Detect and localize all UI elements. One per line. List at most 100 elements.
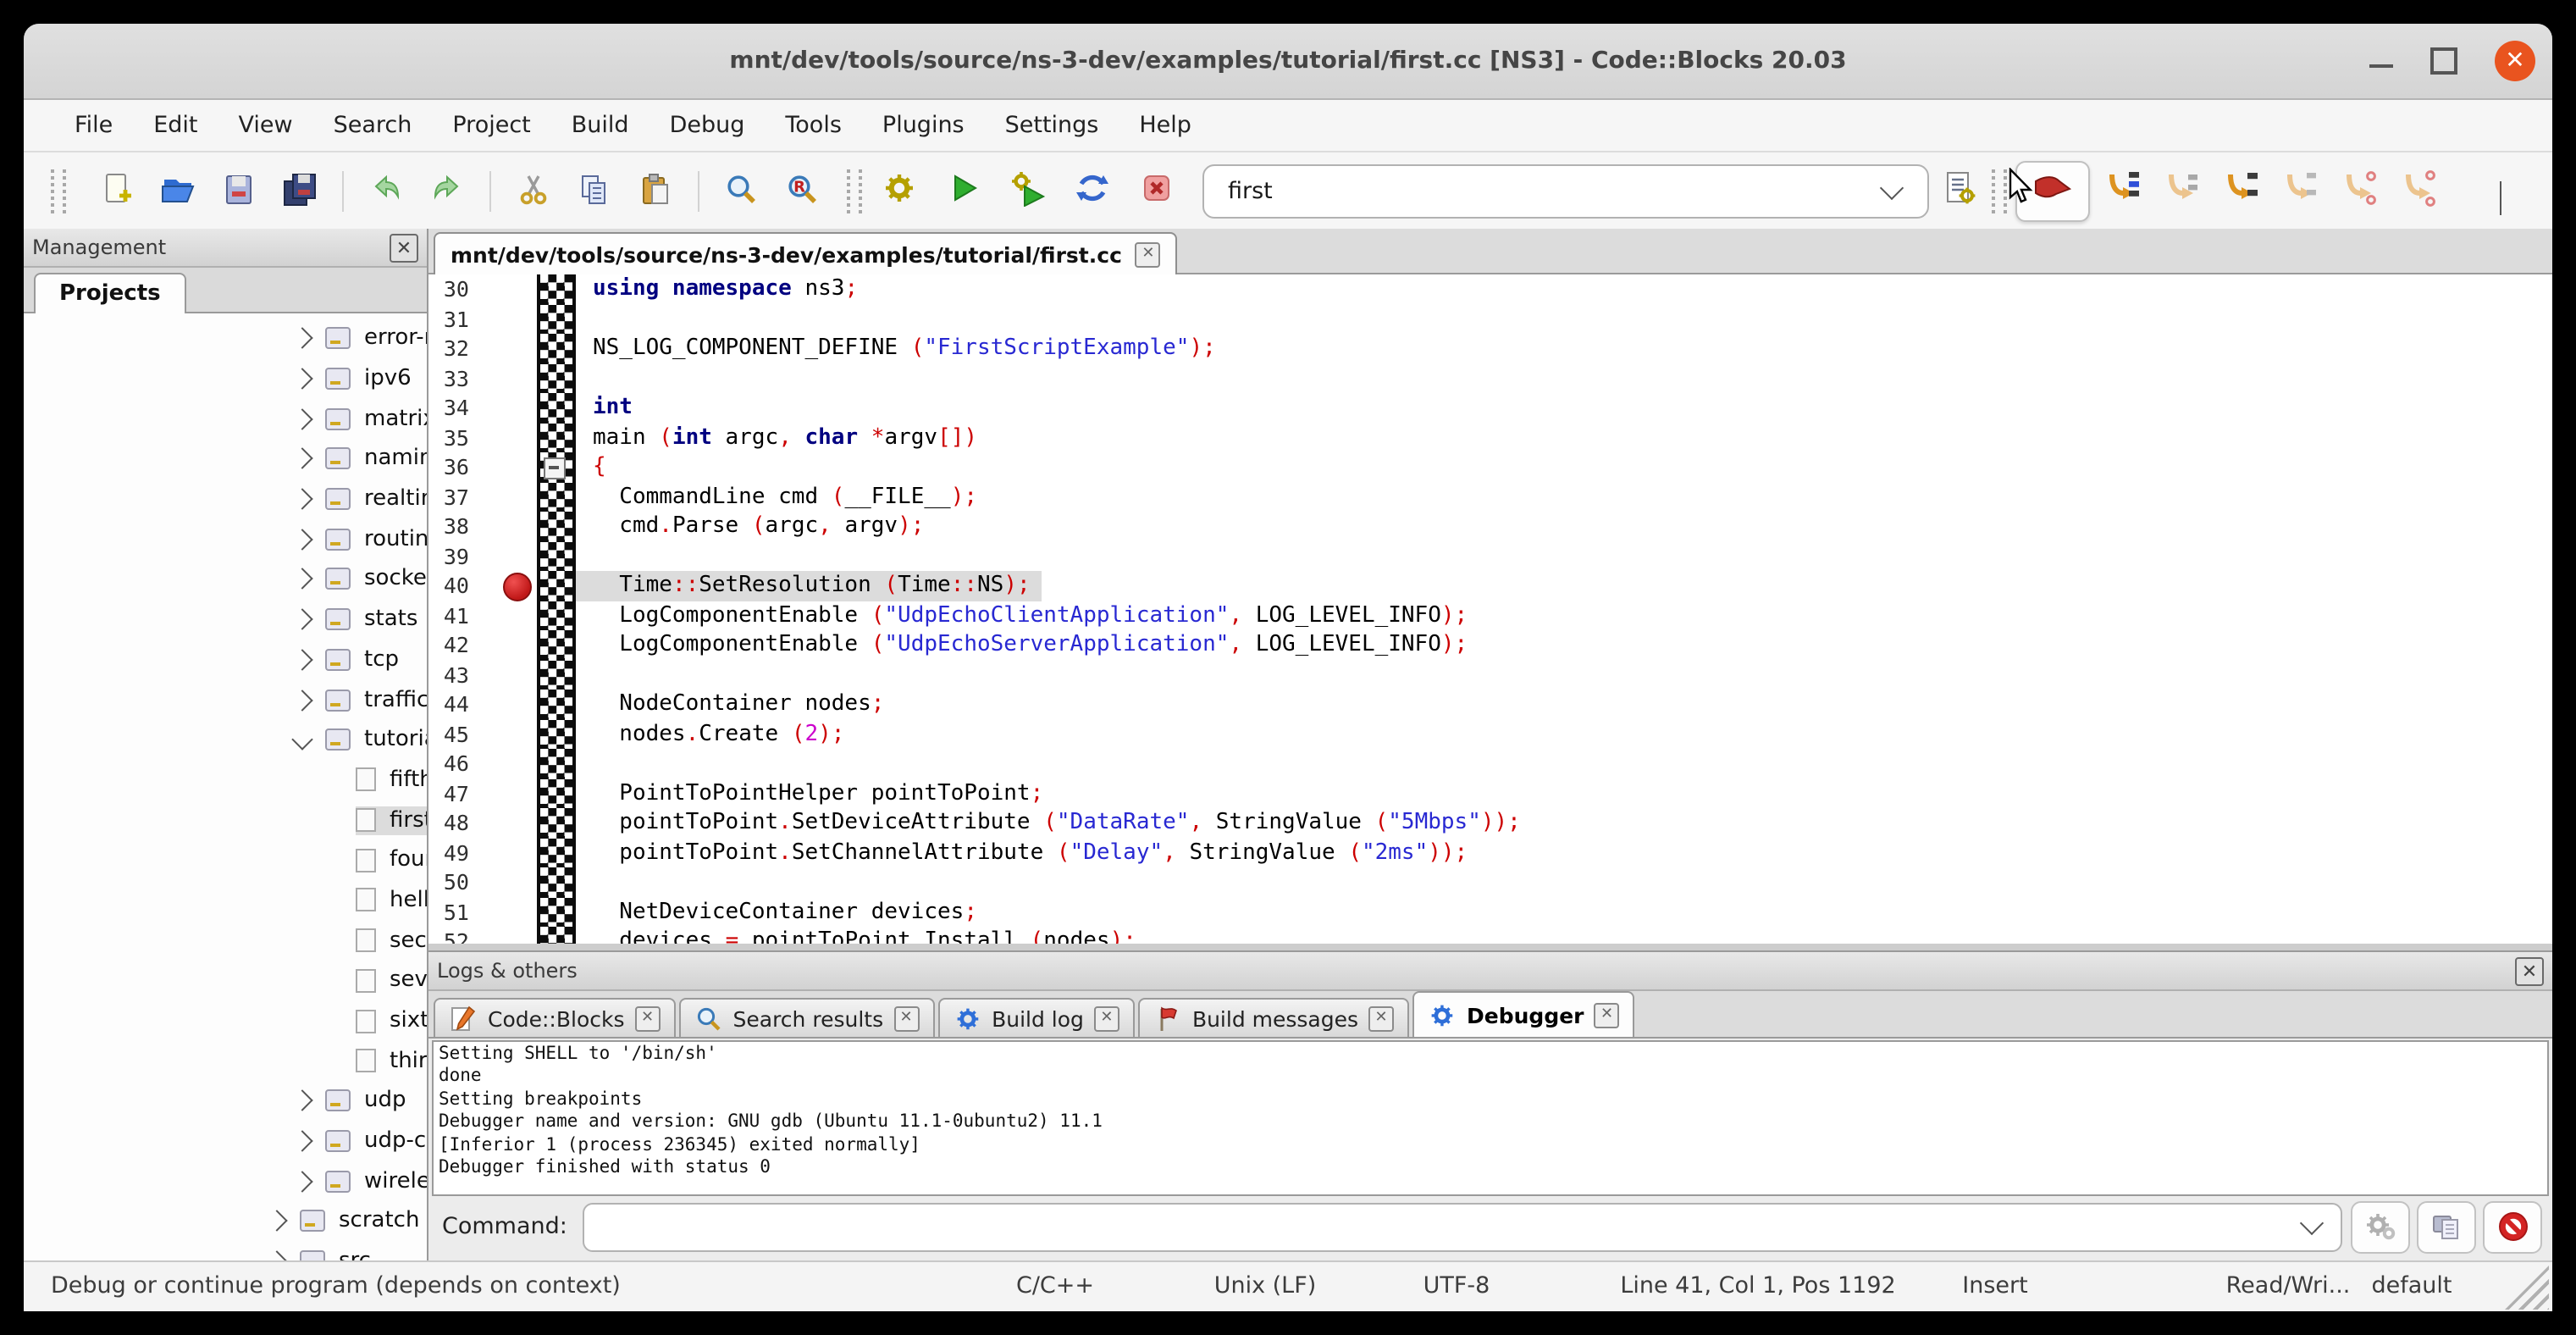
tree-item-matrix-topology[interactable]: matrix-topology: [24, 399, 427, 439]
close-tab-icon[interactable]: ✕: [635, 1005, 661, 1031]
logs-tab-debugger[interactable]: Debugger✕: [1412, 991, 1635, 1037]
debug-tools-button[interactable]: [2351, 1200, 2410, 1253]
breakpoint-margin[interactable]: [469, 304, 537, 334]
save-file-button[interactable]: [220, 174, 257, 211]
menu-view[interactable]: View: [218, 100, 313, 151]
chevron-right-icon[interactable]: [291, 529, 312, 550]
chevron-right-icon[interactable]: [291, 488, 312, 509]
breakpoint-margin[interactable]: [469, 690, 537, 719]
breakpoint-margin[interactable]: [469, 482, 537, 512]
tree-item-hello-simulator-cc[interactable]: hello-simulator.cc: [24, 880, 427, 920]
tree-item-socket[interactable]: socket: [24, 559, 427, 599]
copy-button[interactable]: [576, 174, 613, 211]
chevron-right-icon[interactable]: [291, 1171, 312, 1192]
menu-search[interactable]: Search: [313, 100, 433, 151]
next-instruction-button[interactable]: [2341, 173, 2378, 210]
tree-item-first-cc[interactable]: first.cc: [24, 800, 427, 840]
menu-file[interactable]: File: [54, 100, 133, 151]
tree-item-routing[interactable]: routing: [24, 519, 427, 559]
redo-button[interactable]: [428, 174, 466, 211]
close-tab-icon[interactable]: ✕: [1368, 1005, 1394, 1031]
build-target-options-button[interactable]: [1941, 173, 1978, 210]
debug-continue-button[interactable]: [2015, 161, 2090, 222]
breakpoint-margin[interactable]: [469, 630, 537, 660]
close-tab-icon[interactable]: ✕: [1595, 1002, 1620, 1028]
tree-item-sixth-cc[interactable]: sixth.cc: [24, 1000, 427, 1040]
rebuild-button[interactable]: [1074, 173, 1111, 210]
chevron-right-icon[interactable]: [291, 1090, 312, 1111]
logs-tab-build-messages[interactable]: Build messages✕: [1138, 998, 1409, 1037]
toolbar-grip[interactable]: [1992, 169, 2007, 213]
tree-item-second-cc[interactable]: second.cc: [24, 921, 427, 961]
run-button[interactable]: [945, 173, 982, 210]
breakpoint-margin[interactable]: [469, 423, 537, 452]
logs-tab-build-log[interactable]: Build log✕: [937, 998, 1135, 1037]
command-input[interactable]: [583, 1202, 2342, 1251]
chevron-right-icon[interactable]: [291, 1130, 312, 1151]
menu-debug[interactable]: Debug: [650, 100, 766, 151]
fold-minus-icon[interactable]: [544, 457, 566, 479]
step-into-button[interactable]: [2222, 173, 2259, 210]
resize-grip[interactable]: [2505, 1266, 2549, 1310]
logs-tab-code-blocks[interactable]: Code::Blocks✕: [434, 998, 676, 1037]
paste-button[interactable]: [637, 174, 674, 211]
chevron-down-icon[interactable]: [291, 729, 312, 751]
breakpoint-margin[interactable]: [469, 393, 537, 423]
chevron-right-icon[interactable]: [291, 649, 312, 670]
cut-button[interactable]: [515, 174, 552, 211]
tree-item-tutorial[interactable]: tutorial: [24, 720, 427, 760]
breakpoint-margin[interactable]: [469, 660, 537, 690]
breakpoint-margin[interactable]: [469, 927, 537, 944]
menu-edit[interactable]: Edit: [133, 100, 218, 151]
tree-item-src[interactable]: src: [24, 1242, 427, 1260]
tree-item-seventh-cc[interactable]: seventh.cc: [24, 961, 427, 1000]
breakpoint-margin[interactable]: [469, 512, 537, 541]
tree-item-wireless[interactable]: wireless: [24, 1161, 427, 1201]
breakpoint-margin[interactable]: [469, 571, 537, 601]
close-tab-icon[interactable]: ✕: [1094, 1005, 1119, 1031]
menu-help[interactable]: Help: [1119, 100, 1212, 151]
tab-projects[interactable]: Projects: [34, 273, 186, 313]
undo-button[interactable]: [368, 174, 405, 211]
replace-button[interactable]: R: [784, 174, 821, 211]
menu-build[interactable]: Build: [551, 100, 650, 151]
chevron-right-icon[interactable]: [291, 689, 312, 710]
save-all-button[interactable]: [281, 174, 318, 211]
build-target-select[interactable]: first: [1202, 164, 1929, 219]
maximize-icon[interactable]: [2430, 47, 2457, 75]
chevron-right-icon[interactable]: [291, 408, 312, 429]
breakpoint-margin[interactable]: [469, 897, 537, 927]
tree-item-udp-client-server[interactable]: udp-client-server: [24, 1122, 427, 1161]
breakpoint-margin[interactable]: [469, 452, 537, 482]
menu-tools[interactable]: Tools: [765, 100, 862, 151]
breakpoint-margin[interactable]: [469, 808, 537, 838]
stop-debugger-button[interactable]: [2483, 1200, 2542, 1253]
close-tab-icon[interactable]: ✕: [893, 1005, 919, 1031]
abort-build-button[interactable]: [1138, 173, 1175, 210]
breakpoint-margin[interactable]: [469, 363, 537, 393]
chevron-right-icon[interactable]: [291, 448, 312, 469]
tree-item-traffic-control[interactable]: traffic-control: [24, 679, 427, 719]
find-button[interactable]: [723, 174, 760, 211]
tree-item-ipv6[interactable]: ipv6: [24, 358, 427, 398]
chevron-right-icon[interactable]: [266, 1251, 287, 1260]
tree-item-fourth-cc[interactable]: fourth.cc: [24, 840, 427, 880]
toolbar-overflow-button[interactable]: [2500, 181, 2501, 213]
chevron-right-icon[interactable]: [291, 328, 312, 349]
tree-item-error-model[interactable]: error-model: [24, 319, 427, 358]
breakpoint-margin[interactable]: [469, 749, 537, 778]
code-editor[interactable]: 30using namespace ns3;3132NS_LOG_COMPONE…: [428, 274, 2552, 944]
breakpoint-margin[interactable]: [469, 867, 537, 897]
breakpoint-margin[interactable]: [469, 778, 537, 808]
menu-plugins[interactable]: Plugins: [862, 100, 985, 151]
breakpoint-margin[interactable]: [469, 719, 537, 749]
tree-item-udp[interactable]: udp: [24, 1081, 427, 1121]
close-panel-icon[interactable]: ✕: [2515, 956, 2544, 985]
menu-settings[interactable]: Settings: [985, 100, 1119, 151]
debug-window-button[interactable]: [2417, 1200, 2476, 1253]
tree-item-scratch[interactable]: scratch: [24, 1201, 427, 1241]
step-into-instruction-button[interactable]: [2400, 173, 2437, 210]
breakpoint-margin[interactable]: [469, 334, 537, 363]
minimize-icon[interactable]: [2369, 64, 2393, 68]
build-button[interactable]: [881, 173, 918, 210]
